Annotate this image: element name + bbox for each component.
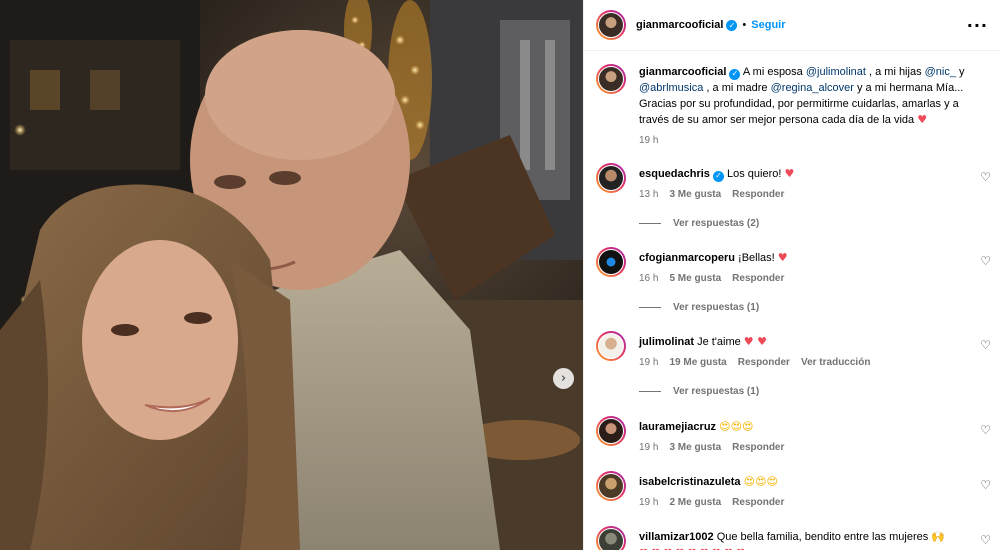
- post-header: gianmarcooficial ✓ • Seguir ···: [584, 0, 1000, 51]
- comment-likes[interactable]: 2 Me gusta: [669, 497, 721, 508]
- like-heart-icon[interactable]: ♡: [980, 533, 991, 547]
- comment-time[interactable]: 19 h: [639, 442, 658, 453]
- comment-meta: 19 h 2 Me gusta Responder: [639, 495, 969, 511]
- follow-button[interactable]: Seguir: [751, 19, 785, 31]
- comment-time[interactable]: 13 h: [639, 189, 658, 200]
- view-replies-button[interactable]: Ver respuestas (1): [639, 302, 759, 313]
- comment-time[interactable]: 19 h: [639, 497, 658, 508]
- verified-badge-icon: ✓: [712, 170, 724, 182]
- comment-likes[interactable]: 19 Me gusta: [669, 357, 726, 368]
- caption-text-3: y: [955, 66, 965, 78]
- caption-text-2: , a mi hijas: [865, 66, 925, 78]
- more-horizontal-icon[interactable]: ···: [967, 16, 988, 35]
- comment-text: Je t'aime: [697, 336, 744, 348]
- post-dialog: › gianmarcooficial ✓ • Seguir ··· gianma…: [0, 0, 1000, 550]
- commenter-avatar[interactable]: [596, 163, 626, 193]
- comment-likes[interactable]: 3 Me gusta: [669, 442, 721, 453]
- commenter-avatar[interactable]: [596, 416, 626, 446]
- author-username[interactable]: gianmarcooficial: [636, 19, 723, 31]
- comment-time[interactable]: 19 h: [639, 357, 658, 368]
- comment-likes[interactable]: 3 Me gusta: [669, 189, 721, 200]
- raising-hands-emoji-icon: 🙌: [931, 530, 946, 543]
- caption-avatar[interactable]: [596, 64, 626, 94]
- view-replies-button[interactable]: Ver respuestas (1): [639, 386, 759, 397]
- caption-time[interactable]: 19 h: [639, 135, 658, 146]
- view-replies-label: Ver respuestas (1): [673, 302, 760, 313]
- heart-eyes-emoji-icon: 😍😍😍: [719, 420, 754, 433]
- comment-meta: 19 h 19 Me gusta Responder Ver traducción: [639, 355, 969, 371]
- like-heart-icon[interactable]: ♡: [980, 254, 991, 268]
- caption-meta: 19 h: [639, 133, 969, 149]
- heart-emoji-icon: ♥: [777, 251, 788, 264]
- reply-button[interactable]: Responder: [732, 189, 784, 200]
- comment-username[interactable]: isabelcristinazuleta: [639, 476, 741, 488]
- caption-text-4: , a mi madre: [703, 82, 771, 94]
- view-replies-label: Ver respuestas (1): [673, 386, 760, 397]
- comment-likes[interactable]: 5 Me gusta: [669, 273, 721, 284]
- next-photo-button[interactable]: ›: [553, 368, 574, 389]
- comment-text: Que bella familia, bendito entre las muj…: [716, 531, 932, 543]
- reply-button[interactable]: Responder: [738, 357, 790, 368]
- like-heart-icon[interactable]: ♡: [980, 423, 991, 437]
- comment-username[interactable]: cfogianmarcoperu: [639, 252, 735, 264]
- commenter-avatar[interactable]: [596, 247, 626, 277]
- author-avatar[interactable]: [596, 10, 626, 40]
- reply-button[interactable]: Responder: [732, 273, 784, 284]
- view-replies-label: Ver respuestas (2): [673, 218, 760, 229]
- chevron-right-icon: ›: [560, 371, 567, 386]
- reply-button[interactable]: Responder: [732, 497, 784, 508]
- heart-row-icon: ♥ ♥ ♥ ♥ ♥ ♥ ♥ ♥ ♥: [639, 546, 969, 550]
- comment-username[interactable]: lauramejiacruz: [639, 421, 716, 433]
- separator-dot: •: [742, 19, 747, 31]
- view-replies-button[interactable]: Ver respuestas (2): [639, 218, 759, 229]
- heart-emoji-icon: ♥: [784, 167, 795, 180]
- translate-button[interactable]: Ver traducción: [801, 357, 870, 368]
- like-heart-icon[interactable]: ♡: [980, 170, 991, 184]
- comment-time[interactable]: 16 h: [639, 273, 658, 284]
- post-photo[interactable]: ›: [0, 0, 583, 550]
- comment-meta: 16 h 5 Me gusta Responder: [639, 271, 969, 287]
- commenter-avatar[interactable]: [596, 471, 626, 501]
- comment-meta: 19 h 3 Me gusta Responder: [639, 440, 969, 456]
- mention-link[interactable]: @abrlmusica: [639, 82, 703, 94]
- commenter-avatar[interactable]: [596, 526, 626, 550]
- verified-badge-icon: ✓: [726, 19, 738, 31]
- commenter-avatar[interactable]: [596, 331, 626, 361]
- mention-link[interactable]: @regina_alcover: [771, 82, 854, 94]
- couple-selfie-image: [0, 0, 583, 550]
- like-heart-icon[interactable]: ♡: [980, 338, 991, 352]
- reply-button[interactable]: Responder: [732, 442, 784, 453]
- heart-emoji-icon: ♥ ♥: [743, 335, 768, 348]
- mention-link[interactable]: @julimolinat: [806, 66, 866, 78]
- comment-meta: 13 h 3 Me gusta Responder: [639, 187, 969, 203]
- like-heart-icon[interactable]: ♡: [980, 478, 991, 492]
- comment-username[interactable]: esquedachris: [639, 168, 710, 180]
- caption-username[interactable]: gianmarcooficial: [639, 66, 726, 78]
- comment-username[interactable]: villamizar1002: [639, 531, 714, 543]
- comment-text: Los quiero!: [726, 168, 785, 180]
- heart-eyes-emoji-icon: 😍😍😍: [743, 475, 778, 488]
- caption-text-1: A mi esposa: [742, 66, 806, 78]
- mention-link[interactable]: @nic_: [925, 66, 956, 78]
- heart-emoji-icon: ♥: [917, 113, 928, 126]
- comments-panel: gianmarcooficial ✓ • Seguir ··· gianmarc…: [583, 0, 1000, 550]
- comment-username[interactable]: julimolinat: [639, 336, 694, 348]
- comments-list[interactable]: gianmarcooficial ✓ A mi esposa @julimolin…: [584, 52, 1000, 550]
- verified-badge-icon: ✓: [729, 68, 741, 80]
- comment-text: ¡Bellas!: [738, 252, 778, 264]
